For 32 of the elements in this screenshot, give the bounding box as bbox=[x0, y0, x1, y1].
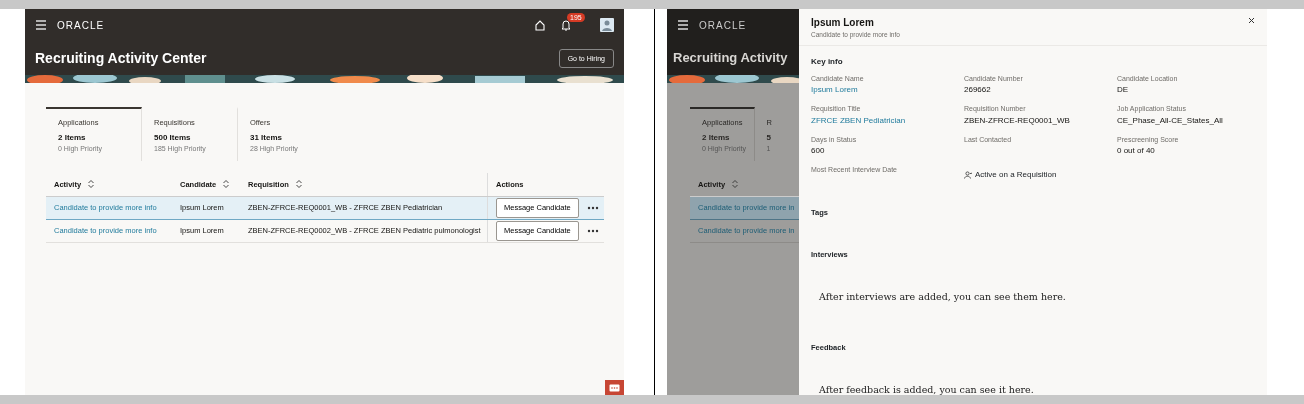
page-title: Recruiting Activity Center bbox=[35, 48, 207, 68]
empty-message: After feedback is added, you can see it here. bbox=[818, 383, 1035, 395]
menu-icon[interactable] bbox=[677, 19, 689, 31]
field-value: 0 out of 40 bbox=[1117, 145, 1156, 158]
tab-count: 2 Items bbox=[58, 132, 87, 145]
avatar-icon[interactable] bbox=[600, 18, 614, 32]
tab-count: 500 Items bbox=[154, 132, 192, 145]
home-icon[interactable] bbox=[534, 19, 546, 31]
field-link[interactable]: ZFRCE ZBEN Pediatrician bbox=[811, 114, 964, 127]
tab-count: 2 Items bbox=[702, 132, 731, 145]
status-text: Active on a Requisition bbox=[975, 169, 1057, 182]
field-value: CE_Phase_All-CE_States_All bbox=[1117, 114, 1224, 127]
more-button[interactable] bbox=[586, 228, 599, 233]
logo-text: ORACLE bbox=[57, 18, 105, 33]
more-button[interactable] bbox=[586, 205, 599, 210]
menu-icon[interactable] bbox=[35, 19, 47, 31]
chat-button[interactable] bbox=[605, 380, 624, 395]
section-heading: Key info bbox=[811, 55, 844, 68]
field-value: DE bbox=[1117, 84, 1130, 97]
field-value: 600 bbox=[811, 145, 826, 158]
tab-count: 5 bbox=[766, 132, 772, 145]
bell-icon[interactable] bbox=[560, 19, 572, 31]
drawer-title: Ipsum Lorem bbox=[811, 16, 875, 30]
person-icon bbox=[964, 171, 972, 180]
field-value: ZBEN-ZFRCE-REQ0001_WB bbox=[964, 114, 1071, 127]
field-value: 269662 bbox=[964, 84, 992, 97]
page-title: Recruiting Activity bbox=[673, 49, 788, 68]
tab-count: 31 Items bbox=[250, 132, 284, 145]
field-link[interactable]: Ipsum Lorem bbox=[811, 84, 964, 97]
empty-message: After interviews are added, you can see them here. bbox=[818, 289, 1067, 304]
chat-icon[interactable] bbox=[609, 383, 620, 392]
logo-text: ORACLE bbox=[699, 18, 747, 33]
